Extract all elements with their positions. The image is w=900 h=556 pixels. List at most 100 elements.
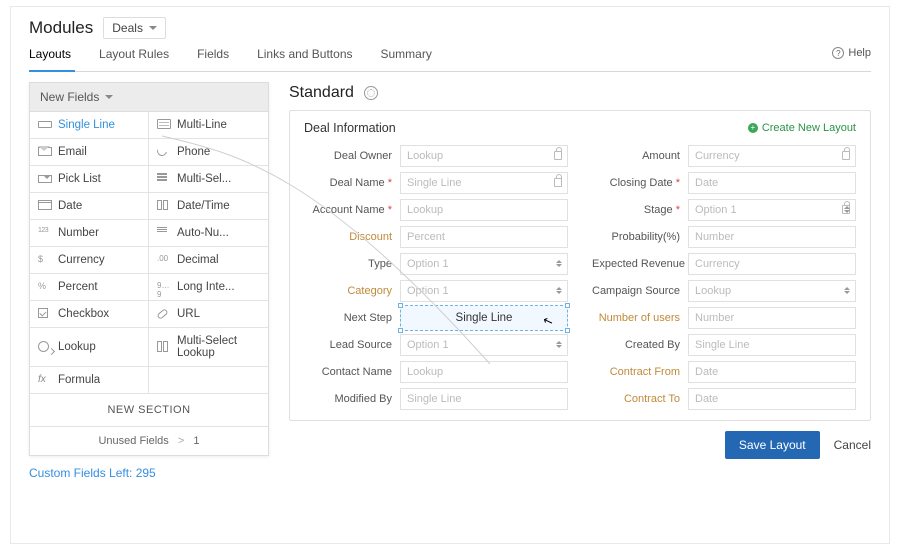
date-icon bbox=[38, 200, 52, 212]
palette-checkbox[interactable]: Checkbox bbox=[30, 301, 149, 328]
longint-icon: 9…9 bbox=[157, 281, 171, 293]
field-input[interactable]: Currency bbox=[688, 253, 856, 275]
lock-icon bbox=[842, 151, 850, 160]
field-input[interactable]: Lookup bbox=[688, 280, 856, 302]
field-label: Deal Owner bbox=[304, 150, 400, 162]
palette-phone[interactable]: Phone bbox=[149, 139, 268, 166]
tab-summary[interactable]: Summary bbox=[381, 47, 432, 65]
field-label: Probability(%) bbox=[592, 231, 688, 243]
gear-icon[interactable] bbox=[364, 86, 378, 100]
field-label: Account Name bbox=[304, 204, 400, 216]
module-selector[interactable]: Deals bbox=[103, 17, 166, 39]
field-input[interactable]: Option 1 bbox=[400, 280, 568, 302]
palette-header[interactable]: New Fields bbox=[30, 83, 268, 112]
palette-item-label: Single Line bbox=[58, 119, 115, 131]
palette-decimal[interactable]: .00Decimal bbox=[149, 247, 268, 274]
field-input[interactable]: Option 1 bbox=[688, 199, 856, 221]
field-label: Amount bbox=[592, 150, 688, 162]
field-label: Created By bbox=[592, 339, 688, 351]
palette-multi-select-lookup[interactable]: Multi-Select Lookup bbox=[149, 328, 268, 367]
field-input[interactable]: Lookup bbox=[400, 361, 568, 383]
palette-item-label: Formula bbox=[58, 374, 100, 386]
field-input[interactable]: Currency bbox=[688, 145, 856, 167]
help-icon: ? bbox=[832, 47, 844, 59]
unused-label: Unused Fields bbox=[98, 435, 168, 447]
field-input[interactable]: Date bbox=[688, 172, 856, 194]
tab-fields[interactable]: Fields bbox=[197, 47, 229, 65]
palette-percent[interactable]: %Percent bbox=[30, 274, 149, 301]
section-card: Deal Information + Create New Layout Dea… bbox=[289, 110, 871, 421]
palette-number[interactable]: 123Number bbox=[30, 220, 149, 247]
chevron-down-icon bbox=[149, 26, 157, 30]
field-row: Account NameLookup bbox=[304, 198, 568, 222]
save-button[interactable]: Save Layout bbox=[725, 431, 820, 459]
palette-item-label: Phone bbox=[177, 146, 210, 158]
field-row: Next StepSingle Line↖ bbox=[304, 306, 568, 330]
palette-multi-sel-[interactable]: Multi-Sel... bbox=[149, 166, 268, 193]
header-bar: Modules Deals bbox=[29, 17, 871, 39]
palette-item-label: Multi-Select Lookup bbox=[177, 335, 260, 359]
field-input[interactable]: Single Line bbox=[400, 388, 568, 410]
palette-single-line[interactable]: Single Line bbox=[30, 112, 149, 139]
palette-currency[interactable]: $Currency bbox=[30, 247, 149, 274]
palette-item-label: Number bbox=[58, 227, 99, 239]
create-layout-link[interactable]: + Create New Layout bbox=[748, 122, 856, 134]
field-input[interactable]: Lookup bbox=[400, 145, 568, 167]
url-icon bbox=[157, 308, 171, 320]
palette-multi-line[interactable]: Multi-Line bbox=[149, 112, 268, 139]
field-label: Contract From bbox=[592, 366, 688, 378]
field-input[interactable]: Option 1 bbox=[400, 334, 568, 356]
field-input[interactable]: Date bbox=[688, 361, 856, 383]
field-input[interactable]: Single Line bbox=[400, 172, 568, 194]
field-label: Expected Revenue bbox=[592, 258, 688, 270]
field-row: Contact NameLookup bbox=[304, 360, 568, 384]
email-icon bbox=[38, 146, 52, 158]
palette-item-label: Date bbox=[58, 200, 82, 212]
unused-fields-button[interactable]: Unused Fields > 1 bbox=[30, 427, 268, 455]
dropdown-icon bbox=[844, 206, 850, 213]
field-input[interactable]: Percent bbox=[400, 226, 568, 248]
dropdown-icon bbox=[556, 341, 562, 348]
create-layout-label: Create New Layout bbox=[762, 122, 856, 134]
tab-links-and-buttons[interactable]: Links and Buttons bbox=[257, 47, 352, 65]
palette-lookup[interactable]: Lookup bbox=[30, 328, 149, 367]
tabs: Layouts Layout Rules Fields Links and Butto… bbox=[29, 47, 871, 72]
new-section-button[interactable]: NEW SECTION bbox=[30, 394, 268, 427]
cancel-button[interactable]: Cancel bbox=[834, 438, 871, 452]
palette-item-label: Pick List bbox=[58, 173, 101, 185]
plus-icon: + bbox=[748, 123, 758, 133]
field-input[interactable]: Number bbox=[688, 226, 856, 248]
tab-layouts[interactable]: Layouts bbox=[29, 47, 71, 65]
dropdown-icon bbox=[844, 287, 850, 294]
palette-item-label: Percent bbox=[58, 281, 98, 293]
palette-pick-list[interactable]: Pick List bbox=[30, 166, 149, 193]
drop-target[interactable]: Single Line↖ bbox=[400, 305, 568, 331]
field-input[interactable]: Single Line bbox=[688, 334, 856, 356]
palette-item-label: Multi-Sel... bbox=[177, 173, 231, 185]
field-input[interactable]: Number bbox=[688, 307, 856, 329]
field-row: TypeOption 1 bbox=[304, 252, 568, 276]
field-label: Discount bbox=[304, 231, 400, 243]
palette-item-label: Date/Time bbox=[177, 200, 230, 212]
lock-icon bbox=[554, 151, 562, 160]
palette-email[interactable]: Email bbox=[30, 139, 149, 166]
palette-item-label: Lookup bbox=[58, 341, 96, 353]
palette-formula[interactable]: fxFormula bbox=[30, 367, 149, 394]
palette-date-time[interactable]: Date/Time bbox=[149, 193, 268, 220]
field-input[interactable]: Lookup bbox=[400, 199, 568, 221]
palette-long-inte-[interactable]: 9…9Long Inte... bbox=[149, 274, 268, 301]
field-input[interactable]: Option 1 bbox=[400, 253, 568, 275]
checkbox-icon bbox=[38, 308, 52, 320]
decimal-icon: .00 bbox=[157, 254, 171, 266]
field-row: Campaign SourceLookup bbox=[592, 279, 856, 303]
palette-url[interactable]: URL bbox=[149, 301, 268, 328]
picklist-icon bbox=[38, 173, 52, 185]
palette-auto-nu-[interactable]: Auto-Nu... bbox=[149, 220, 268, 247]
phone-icon bbox=[157, 146, 171, 158]
tab-layout-rules[interactable]: Layout Rules bbox=[99, 47, 169, 65]
field-input[interactable]: Date bbox=[688, 388, 856, 410]
page-title: Modules bbox=[29, 18, 93, 38]
help-link[interactable]: ? Help bbox=[832, 47, 871, 59]
field-row: Lead SourceOption 1 bbox=[304, 333, 568, 357]
palette-date[interactable]: Date bbox=[30, 193, 149, 220]
